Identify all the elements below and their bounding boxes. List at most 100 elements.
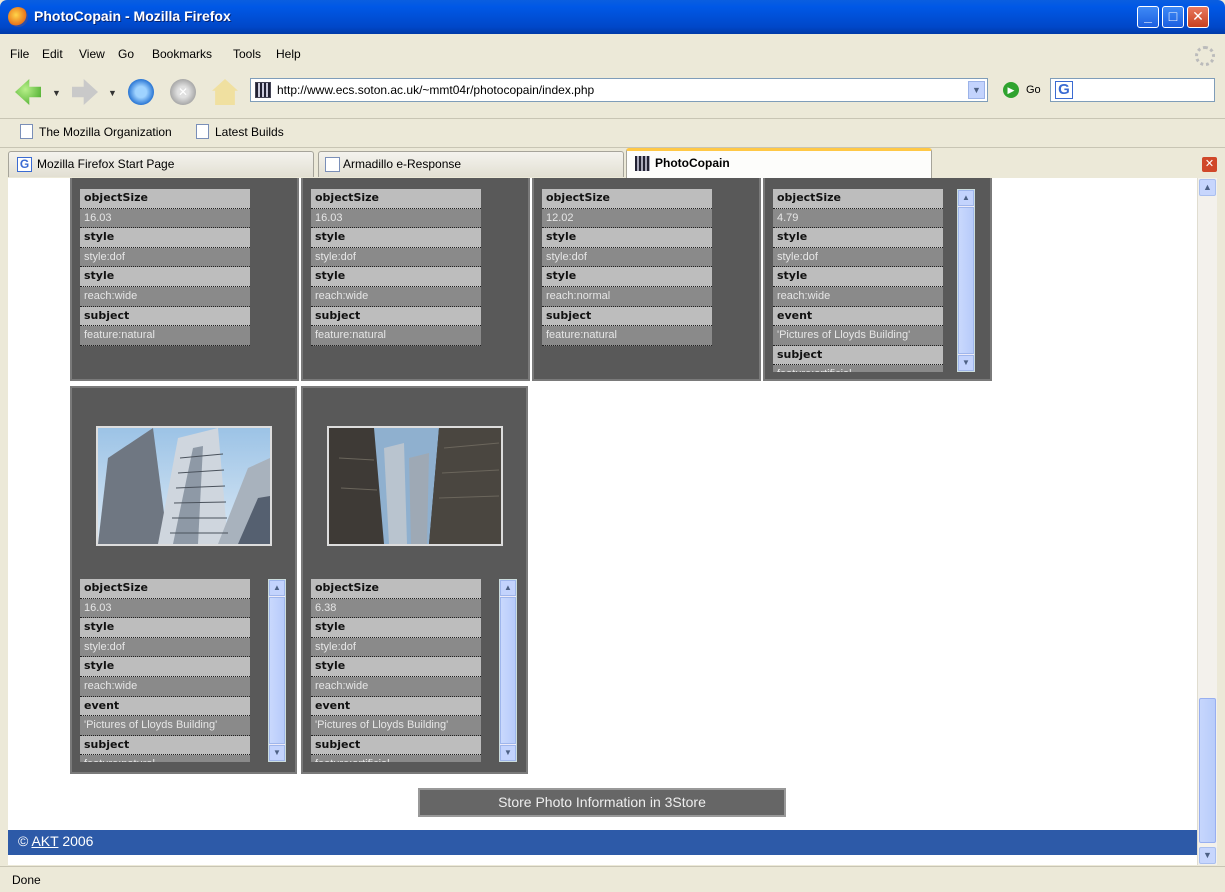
menu-view[interactable]: View	[79, 47, 105, 61]
forward-dropdown-icon[interactable]: ▼	[108, 88, 117, 98]
scroll-up-icon[interactable]: ▲	[958, 190, 974, 206]
reload-icon[interactable]	[128, 79, 154, 105]
scroll-thumb[interactable]	[269, 597, 285, 744]
close-window-button[interactable]: ✕	[1187, 6, 1209, 28]
page-scroll-thumb[interactable]	[1199, 698, 1216, 843]
property-value: 16.03	[80, 208, 250, 229]
go-button[interactable]: Go	[1026, 84, 1041, 96]
property-key: event	[80, 696, 250, 717]
property-value: style:dof	[80, 247, 250, 268]
property-value: 'Pictures of Lloyds Building'	[80, 716, 250, 736]
tab-photocopain[interactable]: PhotoCopain	[626, 148, 932, 178]
url-bar[interactable]: http://www.ecs.soton.ac.uk/~mmt04r/photo…	[250, 78, 988, 102]
minimize-button[interactable]: _	[1137, 6, 1159, 28]
property-key: style	[311, 267, 481, 287]
property-key: style	[773, 228, 943, 248]
photo-card: objectSize 16.03 style style:dof style reach:…	[70, 386, 297, 774]
tab-firefox-start[interactable]: G Mozilla Firefox Start Page	[8, 151, 314, 177]
menu-tools[interactable]: Tools	[233, 47, 261, 61]
property-value: reach:wide	[311, 286, 481, 307]
property-value: reach:wide	[80, 676, 250, 697]
scroll-down-icon[interactable]: ▼	[1199, 847, 1216, 864]
go-icon[interactable]: ▶	[1003, 82, 1019, 98]
tab-strip: G Mozilla Firefox Start Page Armadillo e…	[0, 147, 1225, 178]
page-content: objectSize 16.03 style style:dof style reach:…	[8, 178, 1197, 865]
property-value: 'Pictures of Lloyds Building'	[773, 326, 943, 346]
property-value: reach:wide	[773, 286, 943, 307]
property-value: style:dof	[773, 247, 943, 268]
property-value: feature:natural	[542, 326, 712, 346]
home-icon[interactable]	[212, 79, 238, 105]
maximize-button[interactable]: □	[1162, 6, 1184, 28]
bookmark-latest-builds[interactable]: Latest Builds	[196, 124, 284, 139]
window-titlebar: PhotoCopain - Mozilla Firefox _ □ ✕	[0, 0, 1225, 34]
property-key: objectSize	[311, 579, 481, 599]
property-value: reach:wide	[311, 676, 481, 697]
throbber-icon	[1195, 46, 1215, 66]
scroll-up-icon[interactable]: ▲	[269, 580, 285, 596]
menu-bookmarks[interactable]: Bookmarks	[152, 47, 212, 61]
properties-scrollbar[interactable]: ▲ ▼	[268, 579, 286, 762]
copyright-symbol: ©	[18, 833, 29, 849]
scroll-thumb[interactable]	[500, 597, 516, 744]
property-value: 6.38	[311, 598, 481, 619]
property-key: objectSize	[80, 579, 250, 599]
photo-properties: objectSize 6.38 style style:dof style reach:w…	[311, 579, 481, 762]
property-key: objectSize	[311, 189, 481, 209]
property-value: feature:natural	[80, 326, 250, 346]
menu-help[interactable]: Help	[276, 47, 301, 61]
close-tab-icon[interactable]: ✕	[1202, 157, 1217, 172]
property-value: feature:natural	[311, 326, 481, 346]
photocopain-favicon-icon	[635, 156, 650, 171]
lloyds-building-photo[interactable]	[327, 426, 503, 546]
google-icon: G	[17, 157, 32, 172]
page-scrollbar[interactable]: ▲ ▼	[1197, 178, 1217, 865]
tab-armadillo[interactable]: Armadillo e-Response	[318, 151, 624, 177]
property-value: 4.79	[773, 208, 943, 229]
url-history-dropdown-icon[interactable]: ▼	[968, 81, 985, 99]
akt-link[interactable]: AKT	[31, 833, 58, 849]
property-value: feature:artificial	[311, 755, 481, 762]
property-key: style	[311, 618, 481, 638]
back-arrow-icon[interactable]	[15, 79, 41, 105]
forward-arrow-icon[interactable]	[72, 79, 98, 105]
photo-properties: objectSize 16.03 style style:dof style reach:…	[80, 579, 250, 762]
url-text[interactable]: http://www.ecs.soton.ac.uk/~mmt04r/photo…	[277, 83, 594, 97]
page-icon	[20, 124, 33, 139]
property-key: objectSize	[80, 189, 250, 209]
property-key: subject	[773, 345, 943, 366]
property-key: objectSize	[542, 189, 712, 209]
page-icon	[325, 157, 340, 172]
bookmark-mozilla-org[interactable]: The Mozilla Organization	[20, 124, 172, 139]
store-photo-info-button[interactable]: Store Photo Information in 3Store	[418, 788, 786, 817]
search-input[interactable]: G	[1050, 78, 1215, 102]
scroll-down-icon[interactable]: ▼	[958, 355, 974, 371]
scroll-up-icon[interactable]: ▲	[1199, 179, 1216, 196]
back-dropdown-icon[interactable]: ▼	[52, 88, 61, 98]
property-key: style	[80, 228, 250, 248]
menu-go[interactable]: Go	[118, 47, 134, 61]
properties-scrollbar[interactable]: ▲ ▼	[957, 189, 975, 372]
property-key: subject	[80, 735, 250, 756]
scroll-down-icon[interactable]: ▼	[500, 745, 516, 761]
menu-bar: File Edit View Go Bookmarks Tools Help	[0, 43, 1225, 67]
scroll-thumb[interactable]	[958, 207, 974, 354]
property-value: style:dof	[542, 247, 712, 268]
properties-scrollbar[interactable]: ▲ ▼	[499, 579, 517, 762]
property-value: 'Pictures of Lloyds Building'	[311, 716, 481, 736]
menu-edit[interactable]: Edit	[42, 47, 63, 61]
page-icon	[196, 124, 209, 139]
property-key: objectSize	[773, 189, 943, 209]
scroll-up-icon[interactable]: ▲	[500, 580, 516, 596]
stop-icon[interactable]: ✕	[170, 79, 196, 105]
scroll-down-icon[interactable]: ▼	[269, 745, 285, 761]
photo-properties: objectSize 16.03 style style:dof style reach:…	[311, 189, 481, 346]
lloyds-building-photo[interactable]	[96, 426, 272, 546]
property-key: style	[773, 267, 943, 287]
property-value: 16.03	[80, 598, 250, 619]
google-search-icon[interactable]: G	[1055, 81, 1073, 99]
property-value: 16.03	[311, 208, 481, 229]
property-key: subject	[542, 306, 712, 327]
property-key: style	[80, 657, 250, 677]
menu-file[interactable]: File	[10, 47, 29, 61]
